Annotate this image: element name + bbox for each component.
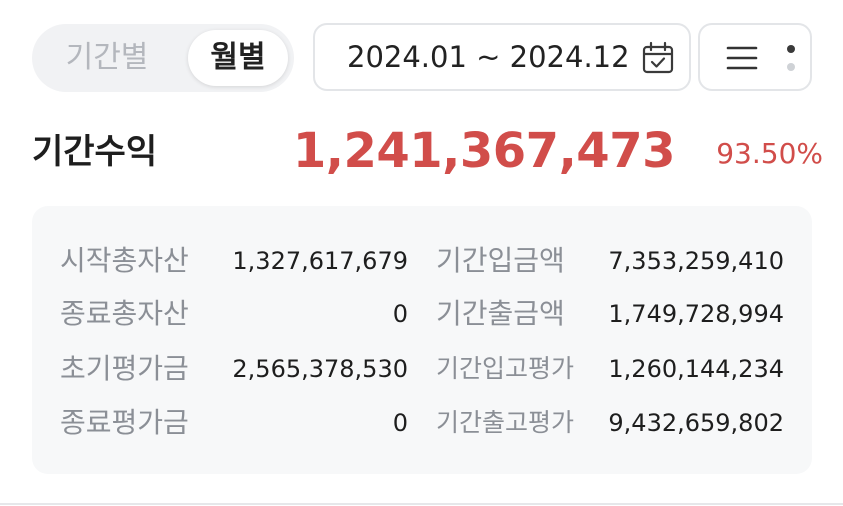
period-stock-out-valuation-label: 기간출고평가: [436, 408, 575, 437]
date-range-button[interactable]: 2024.01 ~ 2024.12: [313, 23, 691, 91]
more-dots-icon: [787, 45, 795, 71]
period-deposit-value: 7,353,259,410: [608, 247, 784, 275]
date-range-label: 2024.01 ~ 2024.12: [347, 40, 630, 74]
detail-row: 종료평가금 0 기간출고평가 9,432,659,802: [32, 398, 812, 448]
period-profit-value: 1,241,367,473: [292, 123, 676, 179]
end-total-assets-value: 0: [392, 300, 408, 328]
bottom-divider: [0, 503, 843, 505]
initial-valuation-value: 2,565,378,530: [232, 355, 408, 383]
initial-valuation-label: 초기평가금: [60, 352, 189, 385]
start-total-assets-value: 1,327,617,679: [232, 247, 408, 275]
detail-row: 종료총자산 0 기간출금액 1,749,728,994: [32, 289, 812, 339]
detail-row: 초기평가금 2,565,378,530 기간입고평가 1,260,144,234: [32, 344, 812, 394]
period-stock-out-valuation-value: 9,432,659,802: [608, 409, 784, 437]
calendar-check-icon: [642, 41, 674, 74]
profit-summary-screen: 기간별 월별 2024.01 ~ 2024.12 기간수익 1,241,367,…: [0, 0, 843, 506]
period-stock-in-valuation-label: 기간입고평가: [436, 354, 575, 383]
end-total-assets-label: 종료총자산: [60, 297, 189, 330]
start-total-assets-label: 시작총자산: [60, 244, 189, 277]
detail-row: 시작총자산 1,327,617,679 기간입금액 7,353,259,410: [32, 236, 812, 286]
menu-button[interactable]: [698, 23, 812, 91]
hamburger-menu-icon: [726, 46, 758, 70]
period-deposit-label: 기간입금액: [436, 244, 565, 277]
end-valuation-label: 종료평가금: [60, 406, 189, 439]
period-profit-rate: 93.50%: [716, 137, 823, 170]
period-profit-label: 기간수익: [32, 132, 158, 172]
period-withdrawal-label: 기간출금액: [436, 297, 565, 330]
details-card: 시작총자산 1,327,617,679 기간입금액 7,353,259,410 …: [32, 206, 812, 474]
period-stock-in-valuation-value: 1,260,144,234: [608, 355, 784, 383]
toggle-option-period[interactable]: 기간별: [32, 24, 182, 92]
toggle-option-monthly[interactable]: 월별: [188, 30, 288, 86]
end-valuation-value: 0: [392, 409, 408, 437]
period-withdrawal-value: 1,749,728,994: [608, 300, 784, 328]
period-type-toggle: 기간별 월별: [32, 24, 294, 92]
